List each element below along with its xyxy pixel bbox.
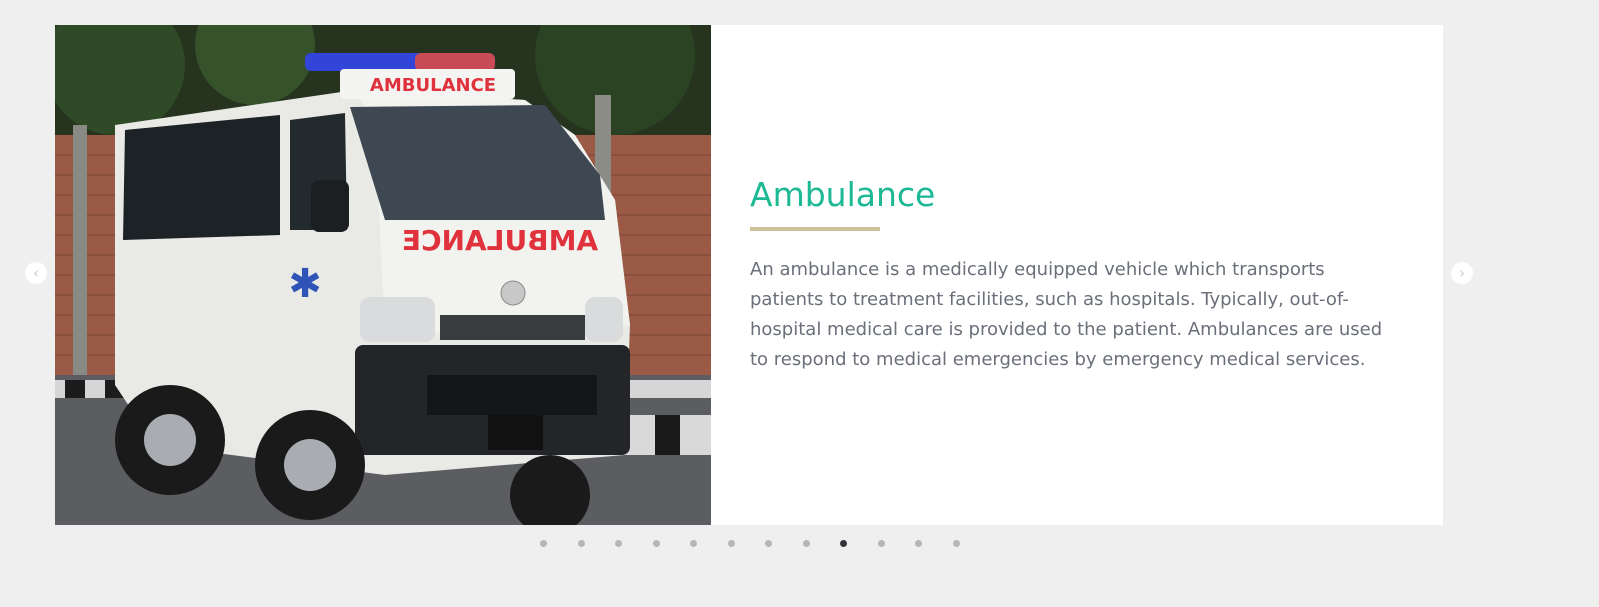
carousel-pagination xyxy=(540,540,990,547)
carousel-dot[interactable] xyxy=(802,540,810,547)
carousel-dot[interactable] xyxy=(840,540,847,547)
page: AMBULANCE AMBULANCE ✱ Ambulance An ambul… xyxy=(0,0,1599,607)
carousel-dot[interactable] xyxy=(727,540,735,547)
carousel-dot[interactable] xyxy=(615,540,622,547)
carousel-dot[interactable] xyxy=(690,540,697,547)
carousel-dot[interactable] xyxy=(877,540,885,547)
chevron-left-icon: ‹ xyxy=(32,263,40,282)
carousel-prev-button[interactable]: ‹ xyxy=(25,262,47,284)
title-underline xyxy=(750,227,880,231)
slide-title: Ambulance xyxy=(750,175,936,214)
slide-content: Ambulance An ambulance is a medically eq… xyxy=(711,25,1443,525)
carousel-dot[interactable] xyxy=(652,540,660,547)
carousel-dot[interactable] xyxy=(952,540,960,547)
svg-text:AMBULANCE: AMBULANCE xyxy=(370,75,496,96)
ambulance-image: AMBULANCE AMBULANCE ✱ xyxy=(55,25,711,525)
slide-description: An ambulance is a medically equipped veh… xyxy=(750,259,1383,370)
carousel-dot[interactable] xyxy=(765,540,772,547)
carousel-dot[interactable] xyxy=(915,540,922,547)
carousel-next-button[interactable]: › xyxy=(1451,262,1473,284)
carousel-dot[interactable] xyxy=(577,540,585,547)
carousel-dot[interactable] xyxy=(540,540,547,547)
chevron-right-icon: › xyxy=(1458,263,1466,282)
svg-text:✱: ✱ xyxy=(288,261,322,307)
svg-text:AMBULANCE: AMBULANCE xyxy=(402,224,598,257)
carousel-slide: AMBULANCE AMBULANCE ✱ Ambulance An ambul… xyxy=(55,25,1443,525)
